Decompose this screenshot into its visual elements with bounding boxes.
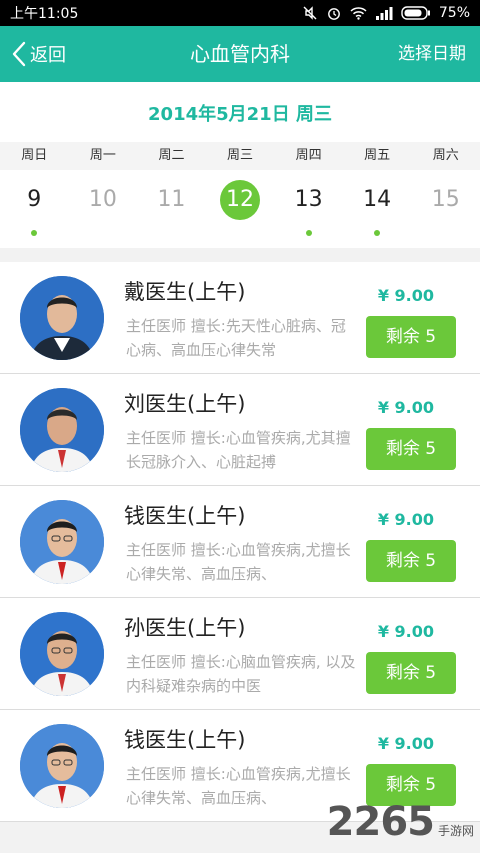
battery-icon bbox=[401, 6, 431, 20]
status-icons: 75% bbox=[302, 5, 470, 21]
weekday-label: 周六 bbox=[432, 148, 459, 163]
weekday-label: 周二 bbox=[158, 148, 185, 163]
signal-icon bbox=[375, 6, 393, 20]
remaining-slots-button[interactable]: 剩余 5 bbox=[366, 428, 456, 470]
day-cell[interactable]: 13 bbox=[274, 174, 343, 236]
doctor-name: 戴医生(上午) bbox=[124, 280, 246, 304]
weekday-label: 周日 bbox=[21, 148, 48, 163]
weekday-label: 周一 bbox=[89, 148, 116, 163]
avatar bbox=[20, 724, 104, 808]
day-number: 14 bbox=[363, 187, 392, 212]
day-number: 9 bbox=[27, 187, 42, 212]
doctor-description: 主任医师 擅长:先天性心脏病、冠心病、高血压心律失常 bbox=[126, 317, 346, 359]
doctor-name: 钱医生(上午) bbox=[124, 504, 246, 528]
day-cell-selected[interactable]: 12 bbox=[206, 174, 275, 236]
doctor-name: 钱医生(上午) bbox=[124, 728, 246, 752]
day-row: 9 10 11 12 13 14 15 bbox=[0, 174, 480, 236]
avatar bbox=[20, 612, 104, 696]
doctor-price: ¥ 9.00 bbox=[377, 734, 434, 753]
doctor-row[interactable]: 孙医生(上午) 主任医师 擅长:心脑血管疾病, 以及内科疑难杂病的中医 ¥ 9.… bbox=[0, 598, 480, 710]
doctor-name: 孙医生(上午) bbox=[124, 616, 246, 640]
day-number: 11 bbox=[157, 187, 186, 212]
availability-dot bbox=[31, 230, 38, 236]
doctor-description: 主任医师 擅长:心血管疾病,尤擅长心律失常、高血压病、 bbox=[126, 541, 351, 583]
day-cell[interactable]: 9 bbox=[0, 174, 69, 236]
week-calendar: 2014年5月21日 周三 周日 周一 周二 周三 周四 周五 周六 9 10 … bbox=[0, 82, 480, 248]
weekday-header: 周日 周一 周二 周三 周四 周五 周六 bbox=[0, 142, 480, 170]
doctor-row[interactable]: 刘医生(上午) 主任医师 擅长:心血管疾病,尤其擅长冠脉介入、心脏起搏 ¥ 9.… bbox=[0, 374, 480, 486]
availability-dot bbox=[374, 230, 381, 236]
day-cell[interactable]: 11 bbox=[137, 174, 206, 236]
doctor-price: ¥ 9.00 bbox=[377, 622, 434, 641]
remaining-slots-button[interactable]: 剩余 5 bbox=[366, 540, 456, 582]
doctor-price: ¥ 9.00 bbox=[377, 510, 434, 529]
doctor-description: 主任医师 擅长:心血管疾病,尤其擅长冠脉介入、心脏起搏 bbox=[126, 429, 351, 471]
remaining-slots-button[interactable]: 剩余 5 bbox=[366, 316, 456, 358]
weekday-label: 周五 bbox=[364, 148, 391, 163]
weekday-label: 周三 bbox=[227, 148, 254, 163]
watermark: 2265 手游网 bbox=[327, 799, 474, 845]
doctor-price: ¥ 9.00 bbox=[377, 398, 434, 417]
watermark-text: 手游网 bbox=[437, 824, 474, 838]
alarm-icon bbox=[326, 5, 342, 21]
status-bar: 上午11:05 75% bbox=[0, 0, 480, 26]
pick-date-button[interactable]: 选择日期 bbox=[398, 26, 466, 82]
weekday-label: 周四 bbox=[295, 148, 322, 163]
status-time: 上午11:05 bbox=[10, 6, 79, 22]
day-cell[interactable]: 14 bbox=[343, 174, 412, 236]
watermark-number: 2265 bbox=[326, 799, 435, 845]
day-cell[interactable]: 15 bbox=[411, 174, 480, 236]
title-bar: 返回 心血管内科 选择日期 bbox=[0, 26, 480, 82]
availability-dot bbox=[305, 230, 312, 236]
doctor-description: 主任医师 擅长:心血管疾病,尤擅长心律失常、高血压病、 bbox=[126, 765, 351, 807]
day-number: 12 bbox=[220, 180, 261, 220]
current-date: 2014年5月21日 周三 bbox=[148, 104, 332, 125]
avatar bbox=[20, 500, 104, 584]
day-number: 15 bbox=[431, 187, 460, 212]
avatar bbox=[20, 276, 104, 360]
day-number: 10 bbox=[88, 187, 117, 212]
back-button[interactable]: 返回 bbox=[12, 26, 66, 82]
back-label: 返回 bbox=[30, 45, 66, 66]
wifi-icon bbox=[350, 6, 367, 20]
remaining-slots-button[interactable]: 剩余 5 bbox=[366, 652, 456, 694]
doctor-price: ¥ 9.00 bbox=[377, 286, 434, 305]
doctor-list: 戴医生(上午) 主任医师 擅长:先天性心脏病、冠心病、高血压心律失常 ¥ 9.0… bbox=[0, 262, 480, 822]
avatar bbox=[20, 388, 104, 472]
day-number: 13 bbox=[294, 187, 323, 212]
chevron-left-icon bbox=[12, 41, 26, 67]
doctor-name: 刘医生(上午) bbox=[124, 392, 246, 416]
doctor-description: 主任医师 擅长:心脑血管疾病, 以及内科疑难杂病的中医 bbox=[126, 653, 356, 695]
mute-icon bbox=[302, 5, 318, 21]
doctor-row[interactable]: 钱医生(上午) 主任医师 擅长:心血管疾病,尤擅长心律失常、高血压病、 ¥ 9.… bbox=[0, 486, 480, 598]
day-cell[interactable]: 10 bbox=[69, 174, 138, 236]
battery-percent: 75% bbox=[438, 5, 470, 21]
doctor-row[interactable]: 戴医生(上午) 主任医师 擅长:先天性心脏病、冠心病、高血压心律失常 ¥ 9.0… bbox=[0, 262, 480, 374]
